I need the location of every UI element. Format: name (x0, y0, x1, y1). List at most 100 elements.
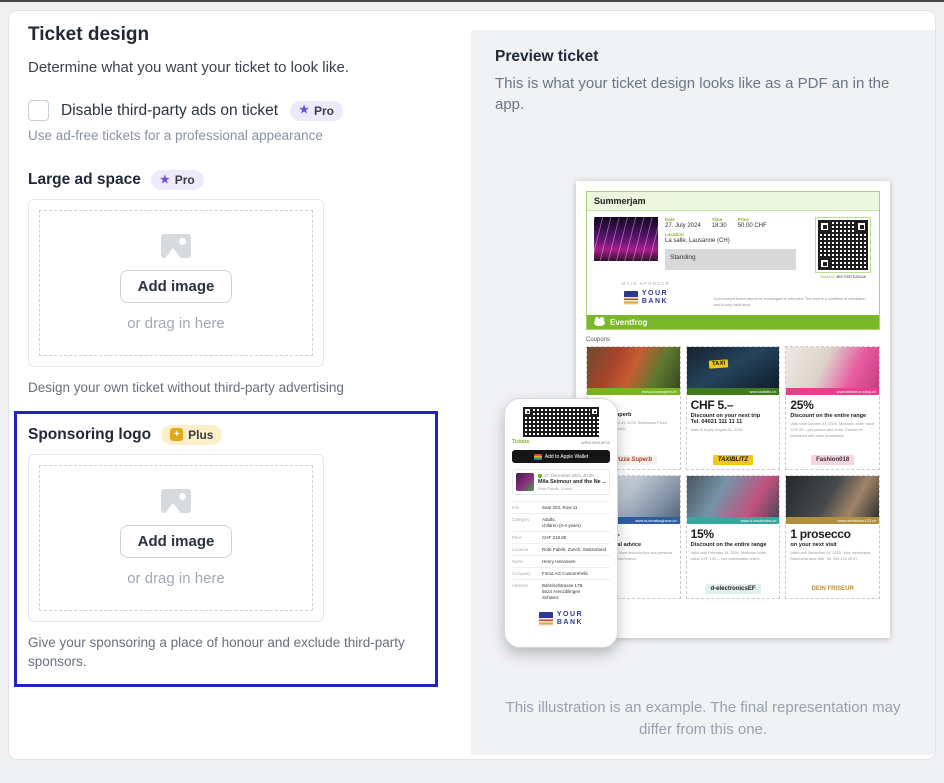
coupon-website: www.pizzasuperb.ch (587, 388, 680, 395)
bank-line1: YOUR (557, 611, 583, 618)
coupon-image: TAXI www.taxiblitz.ch (687, 347, 780, 395)
coupon-headline: 1 prosecco (790, 527, 875, 541)
ticket-field: Price 50.00 CHF (738, 217, 767, 229)
wallet-icon (534, 454, 542, 460)
large-ad-upload-dropzone[interactable]: Add image or drag in here (28, 199, 324, 367)
image-placeholder-icon (161, 489, 191, 513)
coupons-label: Coupons (586, 337, 880, 343)
phone-detail-value: Henry Henrissen (542, 559, 610, 565)
plus-icon: + (170, 428, 183, 441)
ticket-location-label: Location (665, 232, 807, 237)
page-subtitle: Determine what you want your ticket to l… (28, 59, 464, 76)
disable-ads-row: Disable third-party ads on ticket ★ Pro (28, 100, 464, 121)
ticket-body: Date 27. July 2024 Time 18:30 (587, 211, 879, 281)
qr-marker (590, 407, 599, 416)
coupon: www.deinfriseur123.ch 1 prosecco on your… (785, 475, 880, 599)
preview-description: This is what your ticket design looks li… (495, 73, 909, 116)
coupon-website: www.deinfriseur123.ch (786, 517, 879, 524)
phone-event-meta: 17. December 2024, 20:30 Mila Seimour an… (538, 473, 606, 491)
ticket-field-row: Date 27. July 2024 Time 18:30 (665, 217, 807, 229)
coupon-subline: Discount on the entire range (691, 542, 776, 548)
phone-detail-value: Firma AG CustomField (542, 571, 610, 577)
coupon-logo: TAXIBLITZ (713, 455, 753, 465)
phone-detail-label: Company (512, 571, 542, 577)
phone-tickets-label: Tickets (512, 439, 529, 445)
frog-icon (594, 319, 605, 326)
sponsoring-caption: Give your sponsoring a place of honour a… (28, 634, 426, 672)
event-photo (594, 217, 658, 261)
phone-detail-row: Info Seat 203, Row 11 (512, 501, 610, 513)
phone-qr-code (523, 407, 599, 437)
phone-detail-label: Price (512, 535, 542, 541)
disable-ads-label: Disable third-party ads on ticket (61, 102, 278, 120)
ticket-field-label: Date (665, 217, 701, 222)
coupon-text: 15% Discount on the entire range Valid u… (687, 524, 780, 598)
sponsor-row: MAIN SPONSOR YOUR BANK A purchased ticke… (587, 281, 879, 315)
coupon-logo: Fashion018 (811, 455, 854, 465)
phone-detail-table: Info Seat 203, Row 11 Category Adults, c… (512, 501, 610, 604)
ticket-design-page: Ticket design Determine what you want yo… (0, 0, 944, 783)
phone-detail-label: Name (512, 559, 542, 565)
coupon-headline: CHF 5.– (691, 398, 776, 412)
phone-detail-label: Info (512, 505, 542, 511)
coupon: TAXI www.taxiblitz.ch CHF 5.– Discount o… (686, 346, 781, 470)
bank-logo-icon (624, 291, 638, 305)
phone-detail-value: Bahnhofstrasse 17B 5624 Arenzdilingen Sc… (542, 583, 610, 601)
phone-detail-label: Location (512, 547, 542, 553)
coupon-extra: Tel. 04021 111 11 11 (691, 419, 776, 425)
large-ad-space-title: Large ad space (28, 171, 141, 189)
coupon-image-label (609, 360, 615, 362)
ticket-field-value: 50.00 CHF (738, 223, 767, 229)
add-to-wallet-button: Add to Apple Wallet (512, 450, 610, 463)
large-ad-space-header: Large ad space ★ Pro (28, 170, 464, 190)
preview-footnote: This illustration is an example. The fin… (491, 697, 915, 741)
coupon-image-label (709, 489, 715, 491)
main-sponsor: MAIN SPONSOR YOUR BANK (594, 281, 698, 310)
disable-ads-checkbox[interactable] (28, 100, 49, 121)
coupon-fine-print: Valid until February 28, 2026. Minimum o… (691, 551, 776, 582)
eventfrog-logo-text: Eventfrog (610, 318, 647, 327)
pro-badge-label: Pro (314, 104, 334, 118)
sponsoring-upload-inner: Add image or drag in here (39, 465, 313, 611)
calendar-icon (538, 474, 542, 478)
coupon-website: www.fashion-e-shop.ch (786, 388, 879, 395)
coupon-fine-print: Date of expiry August 31, 2025 (691, 428, 776, 453)
page-title: Ticket design (28, 24, 464, 46)
coupon-image: www.deinfriseur123.ch (786, 476, 879, 524)
qr-code (815, 217, 871, 273)
phone-event-venue: Rote Fabrik, Zurich (538, 486, 606, 491)
bank-line1: YOUR (642, 290, 668, 297)
ticket-field-label: Time (712, 217, 727, 222)
coupon-text: 25% Discount on the entire range Valid u… (786, 395, 879, 469)
qr-marker (523, 407, 532, 416)
disable-ads-helper: Use ad-free tickets for a professional a… (28, 128, 464, 143)
ticket-fields: Date 27. July 2024 Time 18:30 (665, 217, 807, 279)
ticket-location-value: La salle, Lausanne (CH) (665, 238, 807, 244)
ticket-field: Date 27. July 2024 (665, 217, 701, 229)
bank-logo-text: YOUR BANK (557, 611, 583, 628)
phone-detail-label: Address (512, 583, 542, 601)
bank-logo-text: YOUR BANK (642, 290, 668, 307)
phone-detail-label: Category (512, 517, 542, 529)
qr-marker (819, 221, 830, 232)
large-ad-add-image-button[interactable]: Add image (120, 270, 233, 303)
sponsoring-upload-dropzone[interactable]: Add image or drag in here (28, 454, 324, 622)
coupon-image-label: TAXI (708, 360, 728, 369)
image-placeholder-icon (161, 234, 191, 258)
ticket-category: Standing (665, 249, 796, 270)
coupon-subline: on your next visit (790, 542, 875, 548)
plus-badge: + Plus (161, 425, 222, 445)
bank-line2: BANK (557, 619, 583, 626)
coupon-fine-print: Valid until December 24, 2025. Your hair… (790, 551, 875, 582)
coupon-subline: Discount on the entire range (790, 413, 875, 419)
phone-bank-logo: YOUR BANK (512, 611, 610, 628)
preview-title: Preview ticket (495, 48, 598, 66)
phone-detail-row: Location Rote Fabrik, Zurich, Switzerlan… (512, 543, 610, 555)
coupon-logo: d-electronicsEF (705, 584, 760, 594)
sponsoring-logo-header: Sponsoring logo + Plus (28, 425, 423, 445)
sponsoring-add-image-button[interactable]: Add image (120, 525, 233, 558)
phone-detail-value: CHF 219.80 (542, 535, 610, 541)
plus-badge-label: Plus (188, 428, 213, 442)
coupon-image-label (808, 489, 814, 491)
phone-detail-row: Address Bahnhofstrasse 17B 5624 Arenzdil… (512, 579, 610, 603)
